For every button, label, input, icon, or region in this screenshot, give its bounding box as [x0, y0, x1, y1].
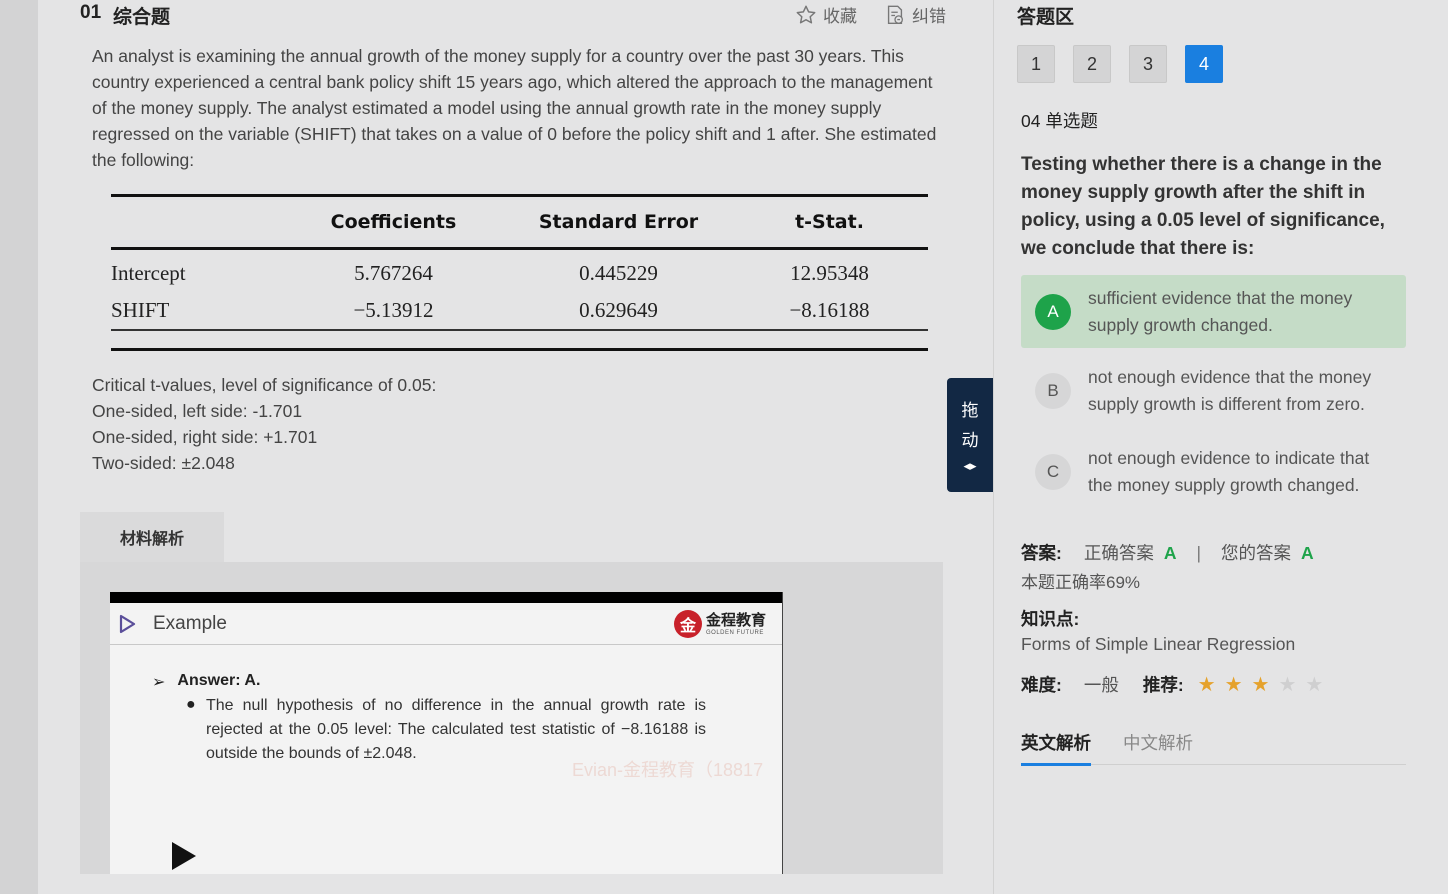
critical-values-line: Critical t-values, level of significance…: [92, 375, 437, 395]
sub-question-text: Testing whether there is a change in the…: [1021, 154, 1385, 259]
correct-answer-value: A: [1163, 543, 1177, 563]
tab-chinese-analysis[interactable]: 中文解析: [1123, 730, 1193, 763]
table-cell: SHIFT: [111, 292, 281, 331]
option-letter: A: [1035, 293, 1071, 330]
question-nav-button[interactable]: 1: [1017, 45, 1055, 83]
option-b[interactable]: B not enough evidence that the money sup…: [1021, 356, 1406, 426]
brand-seal-icon: 金: [674, 610, 702, 638]
difficulty-row: 难度: 一般 推荐: ★ ★ ★ ★ ★: [1021, 672, 1323, 697]
table-cell: −5.13912: [281, 292, 506, 331]
slide-title: Example: [153, 613, 227, 634]
table-header: [111, 194, 281, 250]
option-text: sufficient evidence that the money suppl…: [1088, 287, 1353, 335]
critical-values: Critical t-values, level of significance…: [92, 372, 436, 476]
sub-question-label: 04 单选题: [1021, 111, 1098, 131]
favorite-button[interactable]: 收藏: [795, 2, 857, 27]
resize-arrows-icon: ◂▸: [963, 458, 977, 473]
option-letter: C: [1035, 454, 1071, 490]
brand-name: 金程教育: [706, 611, 767, 629]
answer-label: 答案:: [1021, 543, 1062, 563]
drag-handle-char: 拖: [961, 401, 979, 420]
question-nav-button[interactable]: 2: [1073, 45, 1111, 83]
regression-table: Coefficients Standard Error t-Stat. Inte…: [111, 194, 928, 331]
star-filled-icon: ★: [1197, 673, 1216, 696]
difficulty-value: 一般: [1083, 675, 1119, 695]
critical-values-line: One-sided, right side: +1.701: [92, 427, 318, 447]
critical-values-line: Two-sided: ±2.048: [92, 453, 235, 473]
table-row: SHIFT −5.13912 0.629649 −8.16188: [111, 292, 928, 331]
table-row: Intercept 5.767264 0.445229 12.95348: [111, 249, 928, 293]
report-error-button[interactable]: 纠错: [884, 2, 946, 27]
recommend-stars: ★ ★ ★ ★ ★: [1198, 675, 1324, 695]
accuracy-rate: 本题正确率69%: [1021, 573, 1141, 592]
report-error-label: 纠错: [912, 7, 946, 26]
brand-logo: 金 金程教育 GOLDEN FUTURE: [674, 610, 766, 638]
table-cell: 5.767264: [354, 261, 433, 285]
question-nav-button-active[interactable]: 4: [1185, 45, 1223, 83]
option-letter: B: [1035, 373, 1071, 409]
explanation-video[interactable]: Example 金 金程教育 GOLDEN FUTURE ➢ Answer: A…: [110, 592, 783, 874]
star-filled-icon: ★: [1251, 673, 1270, 696]
report-doc-icon: [887, 5, 903, 24]
table-cell: Intercept: [111, 261, 186, 285]
recommend-label: 推荐:: [1142, 675, 1184, 695]
knowledge-point-label: 知识点:: [1021, 609, 1080, 629]
table-header: Coefficients: [281, 194, 506, 250]
drag-handle-char: 动: [961, 431, 979, 450]
option-c[interactable]: C not enough evidence to indicate that t…: [1021, 437, 1406, 507]
table-cell: −8.16188: [731, 292, 928, 331]
difficulty-label: 难度:: [1021, 675, 1062, 695]
bullet-dot-icon: ●: [186, 696, 196, 713]
question-type: 综合题: [113, 7, 171, 28]
question-nav-button[interactable]: 3: [1129, 45, 1167, 83]
slide-logo-icon: [119, 614, 136, 634]
table-header: Standard Error: [506, 194, 731, 250]
arrow-bullet-icon: ➢: [152, 674, 166, 691]
tab-english-analysis[interactable]: 英文解析: [1021, 730, 1091, 766]
play-icon[interactable]: [172, 842, 196, 870]
question-number: 01: [80, 2, 102, 23]
video-watermark: Evian-金程教育（18817: [572, 760, 764, 780]
option-text: not enough evidence that the money suppl…: [1088, 367, 1372, 414]
your-answer-value: A: [1301, 543, 1314, 563]
answer-panel-title: 答题区: [1017, 7, 1075, 28]
table-cell: 0.445229: [579, 261, 658, 285]
star-filled-icon: ★: [1224, 673, 1243, 696]
option-text: not enough evidence to indicate that the…: [1088, 448, 1370, 495]
table-cell: 12.95348: [790, 261, 869, 285]
favorite-label: 收藏: [823, 7, 857, 26]
knowledge-point-value: Forms of Simple Linear Regression: [1021, 634, 1296, 654]
answer-separator: |: [1196, 543, 1202, 563]
tab-material-analysis[interactable]: 材料解析: [80, 512, 224, 562]
slide-divider: [110, 644, 782, 645]
table-cell: 0.629649: [506, 292, 731, 331]
slide-answer: ➢ Answer: A.: [152, 672, 260, 692]
option-a[interactable]: A sufficient evidence that the money sup…: [1021, 275, 1406, 348]
table-header: t-Stat.: [731, 194, 928, 250]
table-header-row: Coefficients Standard Error t-Stat.: [111, 194, 928, 250]
video-top-bar: [110, 592, 782, 603]
slide-answer-label: Answer: A.: [177, 672, 261, 689]
your-answer-label: 您的答案: [1221, 543, 1292, 563]
answer-summary: 答案: 正确答案 A | 您的答案 A: [1021, 540, 1314, 565]
drag-handle[interactable]: 拖 动 ◂▸: [947, 378, 993, 492]
left-edge-strip: [0, 0, 38, 894]
question-navigator: 1 2 3 4: [1017, 45, 1223, 83]
analysis-tabs: 英文解析 中文解析: [1021, 730, 1406, 766]
brand-name-en: GOLDEN FUTURE: [706, 629, 764, 636]
star-outline-icon: [796, 5, 816, 24]
table-bottom-rule: [111, 348, 928, 351]
star-empty-icon: ★: [1278, 673, 1297, 696]
critical-values-line: One-sided, left side: -1.701: [92, 401, 303, 421]
correct-answer-label: 正确答案: [1083, 543, 1154, 563]
star-empty-icon: ★: [1305, 673, 1324, 696]
question-text: An analyst is examining the annual growt…: [92, 46, 937, 170]
